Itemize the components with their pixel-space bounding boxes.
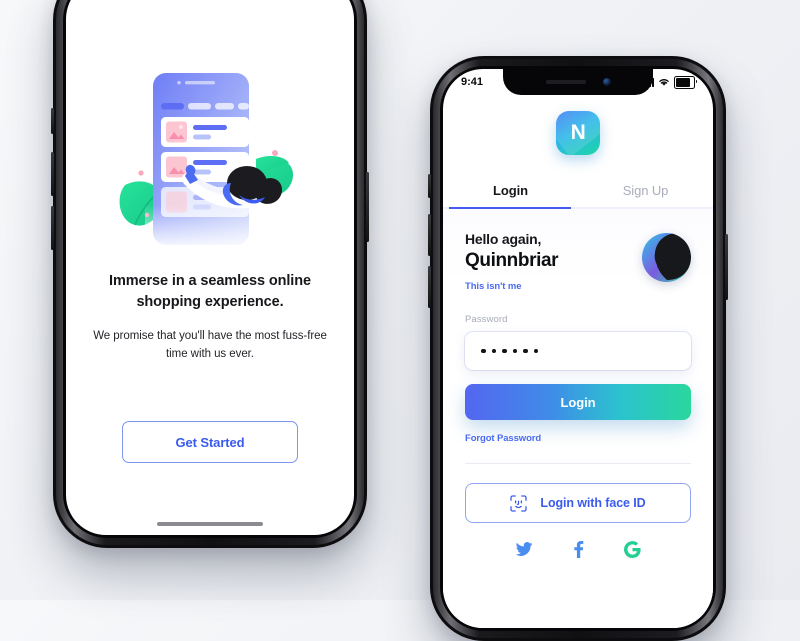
volume-down-button[interactable]: [51, 206, 54, 250]
login-with-face-id-button[interactable]: Login with face ID: [465, 483, 691, 523]
mute-switch[interactable]: [51, 108, 54, 134]
tab-login[interactable]: Login: [443, 183, 578, 209]
greeting-line1: Hello again,: [465, 231, 542, 247]
greeting-username: Quinnbriar: [465, 250, 559, 271]
google-icon[interactable]: [623, 540, 641, 558]
battery-icon: [674, 75, 697, 89]
twitter-icon[interactable]: [515, 540, 533, 558]
divider: [465, 463, 691, 464]
auth-tabs: Login Sign Up: [443, 183, 713, 209]
mute-switch[interactable]: [428, 174, 431, 198]
greeting-row: Hello again, Quinnbriar This isn't me: [465, 231, 691, 292]
greeting-block: Hello again, Quinnbriar This isn't me: [465, 231, 559, 292]
volume-up-button[interactable]: [51, 152, 54, 196]
active-tab-indicator: [449, 207, 571, 209]
password-label: Password: [465, 314, 508, 325]
onboarding-screen: Immerse in a seamless online shopping ex…: [66, 0, 354, 535]
tab-signup[interactable]: Sign Up: [578, 183, 713, 209]
onboarding-subcopy: We promise that you'll have the most fus…: [93, 330, 327, 360]
shopping-app-illustration: [115, 65, 305, 255]
onboarding-headline: Immerse in a seamless online shopping ex…: [109, 273, 311, 310]
onboarding-phone: Immerse in a seamless online shopping ex…: [51, 0, 369, 548]
login-submit-button[interactable]: Login: [465, 384, 691, 420]
face-id-label: Login with face ID: [540, 496, 646, 510]
login-form: Hello again, Quinnbriar This isn't me Pa…: [443, 209, 713, 628]
power-button[interactable]: [366, 172, 369, 242]
login-screen: 9:41 N Login Sign Up Hello again, Quinnb…: [443, 69, 713, 628]
social-login-row: [465, 540, 691, 558]
app-logo-letter: N: [570, 121, 586, 144]
facebook-icon[interactable]: [569, 540, 587, 558]
user-avatar[interactable]: [642, 233, 691, 282]
app-logo-wrap: N: [443, 111, 713, 155]
wifi-icon: [659, 79, 669, 86]
power-button[interactable]: [725, 234, 728, 300]
earpiece-speaker: [545, 80, 586, 84]
password-input[interactable]: [465, 332, 691, 370]
forgot-password-link[interactable]: Forgot Password: [465, 433, 691, 444]
volume-up-button[interactable]: [428, 214, 431, 256]
face-id-icon: [510, 494, 528, 512]
login-phone: 9:41 N Login Sign Up Hello again, Quinnb…: [428, 56, 728, 641]
home-indicator[interactable]: [157, 522, 263, 526]
notch: [503, 69, 653, 95]
front-camera-icon: [602, 78, 611, 86]
volume-down-button[interactable]: [428, 266, 431, 308]
app-logo-icon: N: [556, 111, 600, 155]
status-bar-time: 9:41: [461, 76, 484, 88]
this-isnt-me-link[interactable]: This isn't me: [465, 281, 558, 292]
get-started-button[interactable]: Get Started: [122, 421, 298, 463]
